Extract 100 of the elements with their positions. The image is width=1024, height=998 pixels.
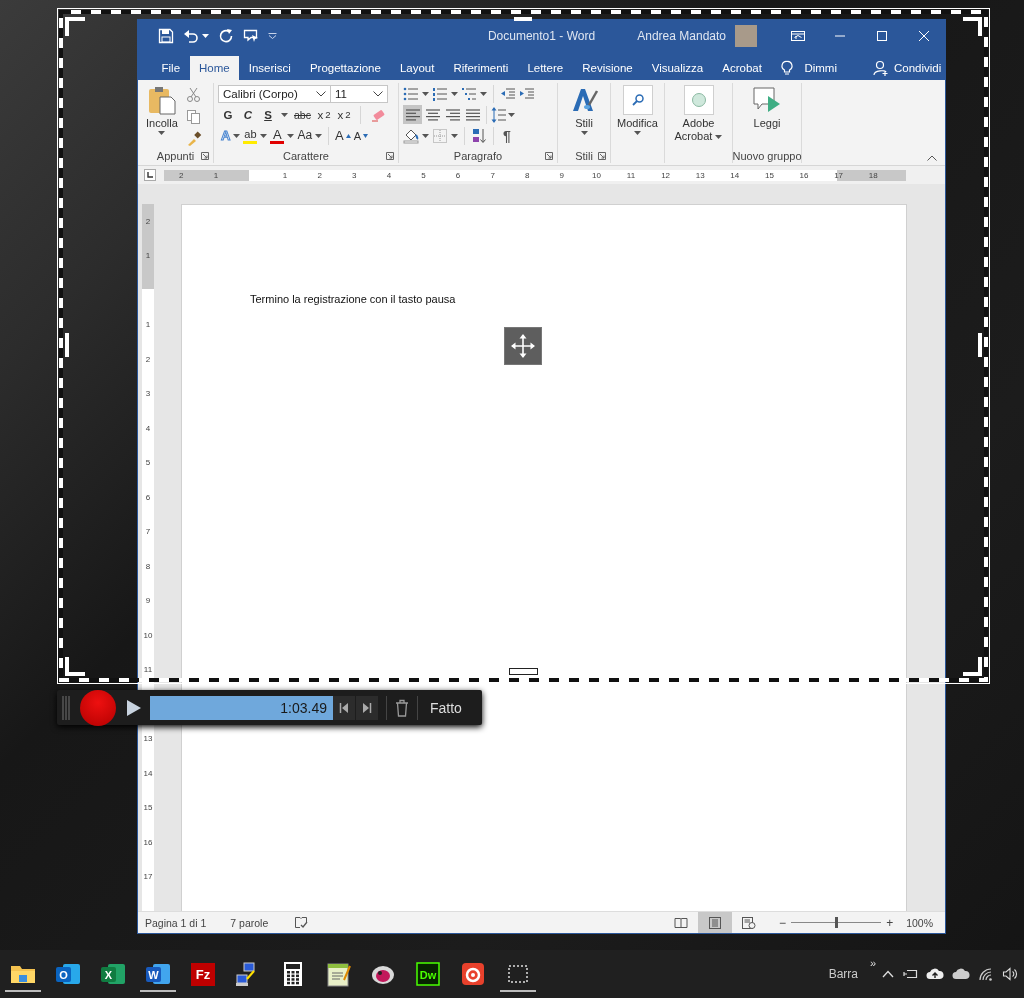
font-color-button[interactable]: A	[270, 127, 285, 144]
power-plug-icon[interactable]	[902, 968, 918, 980]
ribbon-tab[interactable]: Visualizza	[642, 56, 713, 80]
touch-mode-icon[interactable]	[243, 28, 259, 44]
grow-font-button[interactable]: A	[335, 126, 351, 145]
move-handle[interactable]	[504, 327, 542, 365]
read-mode-icon[interactable]	[674, 916, 689, 929]
styles-button[interactable]: Stili	[569, 83, 599, 149]
bold-button[interactable]: G	[221, 105, 235, 124]
caret-icon[interactable]	[451, 91, 458, 96]
next-icon[interactable]	[362, 701, 372, 714]
shading-icon[interactable]	[403, 127, 419, 144]
print-layout-icon[interactable]	[709, 916, 722, 929]
maximize-icon[interactable]	[874, 28, 890, 44]
ribbon-tab[interactable]: File	[152, 56, 190, 80]
proofing-icon[interactable]	[294, 916, 309, 929]
ftp-app-icon[interactable]: Fz	[188, 960, 217, 988]
grip-icon[interactable]	[62, 694, 72, 721]
word-count[interactable]: 7 parole	[230, 916, 269, 929]
dialog-launcher-icon[interactable]	[545, 152, 553, 160]
align-justify-icon[interactable]	[464, 107, 481, 122]
change-case-button[interactable]: Aa	[297, 129, 313, 142]
caret-icon[interactable]	[480, 91, 487, 96]
ribbon-tab[interactable]: Progettazione	[300, 56, 391, 80]
speaker-icon[interactable]	[1002, 967, 1018, 981]
tab-stop-icon[interactable]	[144, 169, 156, 181]
zoom-level[interactable]: 100%	[906, 916, 933, 929]
align-left-icon[interactable]	[404, 107, 421, 122]
ribbon-tab[interactable]: Acrobat	[712, 56, 772, 80]
wifi-icon[interactable]	[978, 967, 994, 981]
vertical-ruler[interactable]: 2 1 1 2 3 4 5 6 7 8 9 10 11 13 14 15 16 17	[142, 204, 154, 911]
caret-icon[interactable]	[260, 133, 268, 138]
adobe-acrobat-button[interactable]: Adobe Acrobat	[671, 83, 726, 149]
customize-caret-icon[interactable]	[268, 33, 277, 39]
toolbar-more-button[interactable]: »	[869, 957, 876, 969]
font-name-field[interactable]: Calibri (Corpo)	[218, 84, 331, 103]
dialog-launcher-icon[interactable]	[201, 152, 209, 160]
zoom-in-button[interactable]: +	[881, 915, 899, 930]
done-button[interactable]: Fatto	[426, 697, 466, 718]
web-editor-app-icon[interactable]: Dw	[413, 960, 442, 988]
caret-icon[interactable]	[422, 91, 429, 96]
horizontal-ruler[interactable]: 2 1 1 2 3 4 5 6 7 8 9 10 11 12 13 14 15 16 17 18	[164, 169, 906, 181]
line-spacing-icon[interactable]	[491, 106, 507, 123]
zoom-out-button[interactable]: −	[774, 915, 792, 930]
multilevel-list-icon[interactable]	[461, 85, 477, 102]
paste-button[interactable]: Incolla	[146, 83, 178, 149]
caret-icon[interactable]	[202, 34, 209, 38]
caret-icon[interactable]	[715, 135, 723, 140]
undo-icon[interactable]	[183, 28, 199, 44]
tell-me-button[interactable]: Dimmi	[804, 56, 837, 80]
caret-icon[interactable]	[281, 112, 288, 117]
sort-icon[interactable]	[471, 127, 487, 144]
caret-icon[interactable]	[451, 133, 458, 138]
ribbon-tab[interactable]: Inserisci	[239, 56, 301, 80]
page-count[interactable]: Pagina 1 di 1	[145, 916, 207, 929]
caret-icon[interactable]	[580, 131, 588, 135]
cloud-upload-icon[interactable]	[926, 968, 944, 980]
recording-timeline[interactable]: 1:03.49	[150, 695, 333, 720]
ribbon-options-icon[interactable]	[790, 28, 806, 44]
shrink-font-button[interactable]: A	[353, 126, 369, 145]
ribbon-tab[interactable]: Layout	[390, 56, 444, 80]
caret-icon[interactable]	[422, 133, 429, 138]
dialog-launcher-icon[interactable]	[386, 152, 394, 160]
save-icon[interactable]	[158, 28, 174, 44]
collapse-ribbon-icon[interactable]	[927, 155, 937, 161]
align-right-icon[interactable]	[444, 107, 461, 122]
highlight-button[interactable]: ab	[243, 127, 258, 144]
caret-icon[interactable]	[158, 131, 166, 135]
bullet-list-icon[interactable]	[403, 85, 419, 102]
close-icon[interactable]	[916, 28, 932, 44]
ribbon-tab[interactable]: Home	[189, 56, 240, 80]
decrease-indent-icon[interactable]	[500, 85, 516, 102]
strikethrough-button[interactable]: abc	[294, 105, 311, 124]
share-button[interactable]: Condividi	[873, 56, 942, 80]
italic-button[interactable]: C	[241, 105, 255, 124]
web-layout-icon[interactable]	[742, 916, 757, 929]
font-size-field[interactable]: 11	[330, 84, 388, 103]
trash-icon[interactable]	[395, 698, 409, 717]
capture-frame[interactable]	[57, 8, 990, 684]
ribbon-tab[interactable]: Lettere	[517, 56, 573, 80]
chevron-up-icon[interactable]	[882, 970, 894, 978]
dialog-launcher-icon[interactable]	[598, 152, 606, 160]
record-button[interactable]	[80, 689, 116, 726]
scissors-icon[interactable]	[185, 87, 202, 103]
show-formatting-button[interactable]: ¶	[500, 126, 514, 145]
caret-icon[interactable]	[233, 133, 241, 138]
ribbon-tab[interactable]: Riferimenti	[443, 56, 518, 80]
copy-icon[interactable]	[185, 109, 202, 125]
read-aloud-button[interactable]: Leggi	[751, 83, 783, 149]
numbered-list-icon[interactable]	[432, 85, 448, 102]
edit-button[interactable]: Modifica	[617, 83, 658, 149]
underline-button[interactable]: S	[261, 105, 275, 124]
align-center-icon[interactable]	[424, 107, 441, 122]
caret-icon[interactable]	[287, 133, 295, 138]
lightbulb-icon[interactable]	[779, 60, 796, 76]
ribbon-tab[interactable]: Revisione	[572, 56, 643, 80]
caret-icon[interactable]	[508, 112, 515, 117]
previous-icon[interactable]	[339, 701, 349, 714]
caret-icon[interactable]	[315, 133, 323, 138]
caret-icon[interactable]	[634, 131, 641, 135]
